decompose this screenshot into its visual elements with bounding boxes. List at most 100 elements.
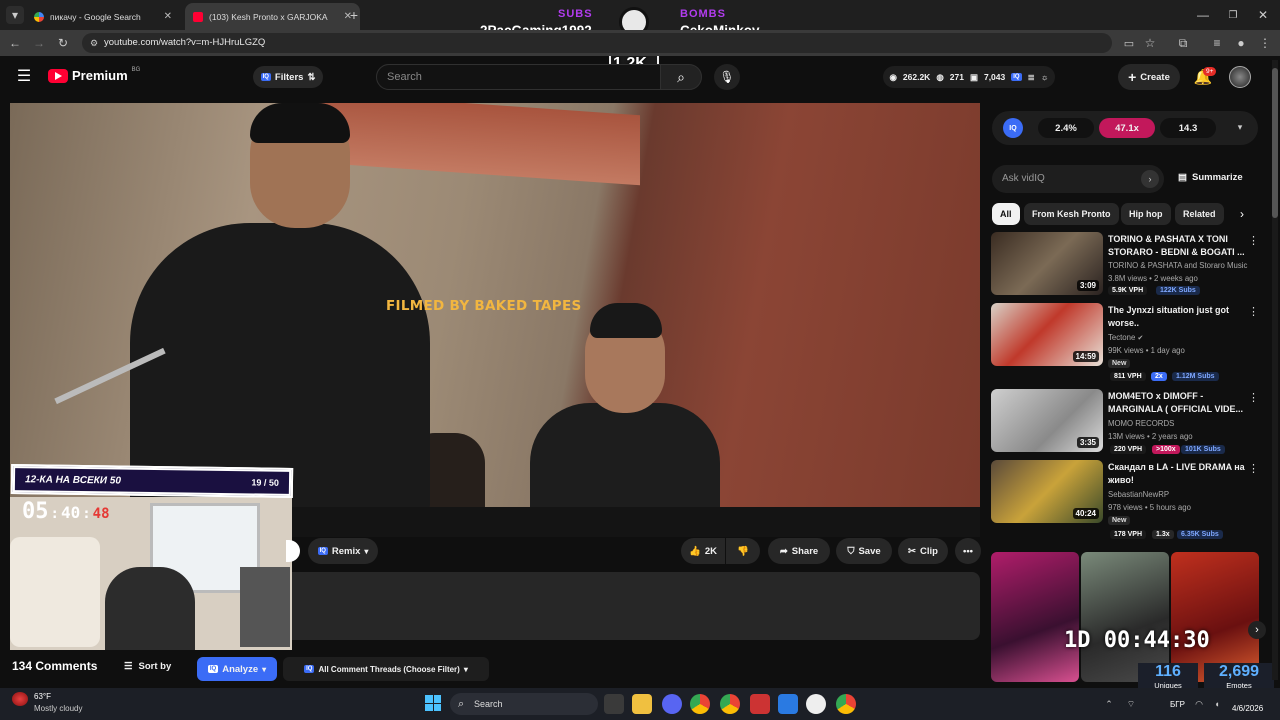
- chevron-down-icon: ▾: [463, 664, 468, 674]
- site-info-icon[interactable]: ⚙: [88, 33, 100, 53]
- chip-all[interactable]: All: [992, 203, 1020, 225]
- media-player-icon[interactable]: [806, 694, 826, 714]
- extensions-icon[interactable]: ⧉: [1174, 34, 1192, 52]
- chevron-right-icon[interactable]: ›: [1141, 170, 1159, 188]
- vidiq-icon[interactable]: IQ: [1011, 73, 1022, 81]
- app-icon[interactable]: [750, 694, 770, 714]
- volume-icon[interactable]: ◖: [1210, 696, 1224, 712]
- weather-desc[interactable]: Mostly cloudy: [34, 704, 82, 713]
- chrome-icon[interactable]: [690, 694, 710, 714]
- search-input[interactable]: Search: [376, 64, 661, 90]
- discord-icon[interactable]: [662, 694, 682, 714]
- remix-label: Remix: [331, 545, 361, 557]
- channel-name[interactable]: SebastianNewRP: [1108, 490, 1169, 499]
- search-icon: ⌕: [677, 68, 685, 85]
- video-title[interactable]: TORINO & PASHATA X TONI STORARO - BEDNI …: [1108, 233, 1248, 259]
- window-close-icon[interactable]: ✕: [1254, 6, 1272, 24]
- channel-name[interactable]: MOMO RECORDS: [1108, 419, 1174, 428]
- chart-icon[interactable]: ≣: [1028, 72, 1035, 83]
- ask-vidiq-input[interactable]: Ask vidIQ ›: [992, 165, 1164, 193]
- share-button[interactable]: ➦ Share: [768, 538, 830, 564]
- address-bar[interactable]: ⚙ youtube.com/watch?v=m-HJHruLGZQ: [82, 33, 1112, 53]
- chrome-icon[interactable]: [836, 694, 856, 714]
- taskbar-date[interactable]: 4/6/2026: [1232, 704, 1263, 713]
- voice-search-icon[interactable]: 🎙: [714, 64, 740, 90]
- profile-icon[interactable]: ●: [1232, 34, 1250, 52]
- chrome-profile-icon[interactable]: [720, 694, 740, 714]
- google-icon: [34, 11, 44, 22]
- tray-chevron-up-icon[interactable]: ⌃: [1102, 696, 1116, 712]
- video-title[interactable]: МОМ4ЕТО x DIMOFF - MARGINALA ( OFFICIAL …: [1108, 390, 1248, 416]
- tab-youtube[interactable]: (103) Kesh Pronto x GARJOKA ✕: [185, 3, 360, 30]
- new-tab-button[interactable]: +: [345, 6, 363, 24]
- cast-icon[interactable]: ▭: [1120, 34, 1138, 52]
- hamburger-menu-icon[interactable]: ☰: [14, 66, 34, 86]
- reading-list-icon[interactable]: ≡: [1208, 34, 1226, 52]
- video-thumbnail[interactable]: 3:09: [991, 232, 1103, 295]
- recommendation-item[interactable]: 40:24 Скандал в LA - LIVE DRAMA на живо!…: [991, 460, 1261, 539]
- forward-icon[interactable]: →: [30, 34, 48, 52]
- video-thumbnail[interactable]: 40:24: [991, 460, 1103, 523]
- clip-button[interactable]: ✂ Clip: [898, 538, 948, 564]
- more-actions-button[interactable]: •••: [955, 538, 981, 564]
- more-icon[interactable]: ⋮: [1248, 391, 1259, 404]
- comments-count: 134 Comments: [12, 659, 98, 673]
- network-icon[interactable]: ⌔: [1124, 696, 1138, 712]
- recommendation-item[interactable]: 3:35 МОМ4ЕТО x DIMOFF - MARGINALA ( OFFI…: [991, 389, 1261, 455]
- recommendation-item[interactable]: 3:09 TORINO & PASHATA X TONI STORARO - B…: [991, 232, 1261, 298]
- like-button[interactable]: 👍 2K: [681, 538, 725, 564]
- windows-start-icon[interactable]: [425, 695, 441, 711]
- video-title[interactable]: The Jynxzi situation just got worse..: [1108, 304, 1248, 330]
- maximize-icon[interactable]: ❐: [1224, 6, 1242, 24]
- create-button[interactable]: + Create: [1118, 64, 1180, 90]
- short-thumbnail[interactable]: [991, 552, 1079, 682]
- save-button[interactable]: ⛉ Save: [836, 538, 892, 564]
- comment-threads-filter[interactable]: IQ All Comment Threads (Choose Filter) ▾: [283, 657, 489, 681]
- weather-icon[interactable]: [12, 692, 28, 706]
- taskbar-search[interactable]: ⌕ Search: [450, 693, 598, 715]
- reload-icon[interactable]: ↻: [54, 34, 72, 52]
- search-button[interactable]: ⌕: [660, 64, 702, 90]
- vidiq-stats-bar[interactable]: ◉ 262.2K ◍ 271 ▣ 7,043 IQ ≣ ☼: [883, 66, 1055, 88]
- lightbulb-icon[interactable]: ☼: [1041, 72, 1049, 82]
- chip-from-kesh-pronto[interactable]: From Kesh Pronto: [1024, 203, 1119, 225]
- chevron-down-icon[interactable]: ▾: [1232, 119, 1248, 135]
- wifi-icon[interactable]: ◠: [1192, 696, 1206, 712]
- summarize-button[interactable]: ▤ Summarize: [1178, 172, 1243, 183]
- channel-name[interactable]: TORINO & PASHATA and Storaro Music: [1108, 261, 1247, 270]
- chevron-right-icon[interactable]: ›: [1234, 206, 1250, 222]
- close-icon[interactable]: ✕: [164, 11, 172, 22]
- bookmark-star-icon[interactable]: ☆: [1141, 34, 1159, 52]
- page-scrollbar[interactable]: [1272, 60, 1278, 680]
- more-icon[interactable]: ⋮: [1248, 234, 1259, 247]
- minimize-icon[interactable]: —: [1194, 6, 1212, 24]
- recommendation-item[interactable]: 14:59 The Jynxzi situation just got wors…: [991, 303, 1261, 381]
- task-view-icon[interactable]: [604, 694, 624, 714]
- sort-by-button[interactable]: ☰ Sort by: [124, 661, 171, 672]
- more-icon[interactable]: ⋮: [1248, 305, 1259, 318]
- chip-related[interactable]: Related: [1175, 203, 1224, 225]
- vidiq-filters-button[interactable]: IQ Filters ⇅: [253, 66, 323, 88]
- back-icon[interactable]: ←: [6, 34, 24, 52]
- video-title[interactable]: Скандал в LA - LIVE DRAMA на живо!: [1108, 461, 1248, 487]
- chevron-right-icon[interactable]: ›: [1248, 621, 1266, 639]
- app-icon[interactable]: [778, 694, 798, 714]
- chip-hip-hop[interactable]: Hip hop: [1121, 203, 1171, 225]
- remix-button[interactable]: IQ Remix ▾: [308, 538, 378, 564]
- analyze-button[interactable]: IQ Analyze ▾: [197, 657, 277, 681]
- video-thumbnail[interactable]: 14:59: [991, 303, 1103, 366]
- weather-temp[interactable]: 63°F: [34, 692, 51, 701]
- youtube-premium-logo[interactable]: Premium BG: [48, 67, 140, 83]
- tab-google-search[interactable]: пикачу - Google Search ✕: [26, 3, 180, 30]
- channel-name[interactable]: Tectone ✔: [1108, 333, 1143, 342]
- vidiq-score-bar[interactable]: IQ 2.4% 47.1x 14.3 ▾: [992, 111, 1258, 145]
- file-explorer-icon[interactable]: [632, 694, 652, 714]
- more-icon[interactable]: ⋮: [1248, 462, 1259, 475]
- browser-menu-icon[interactable]: ⋮: [1256, 34, 1274, 52]
- scrollbar-thumb[interactable]: [1272, 68, 1278, 218]
- tab-search-icon[interactable]: ▾: [6, 6, 24, 24]
- video-thumbnail[interactable]: 3:35: [991, 389, 1103, 452]
- language-indicator[interactable]: БГР: [1170, 700, 1185, 709]
- dislike-button[interactable]: 👎: [726, 538, 760, 564]
- account-avatar[interactable]: [1229, 66, 1251, 88]
